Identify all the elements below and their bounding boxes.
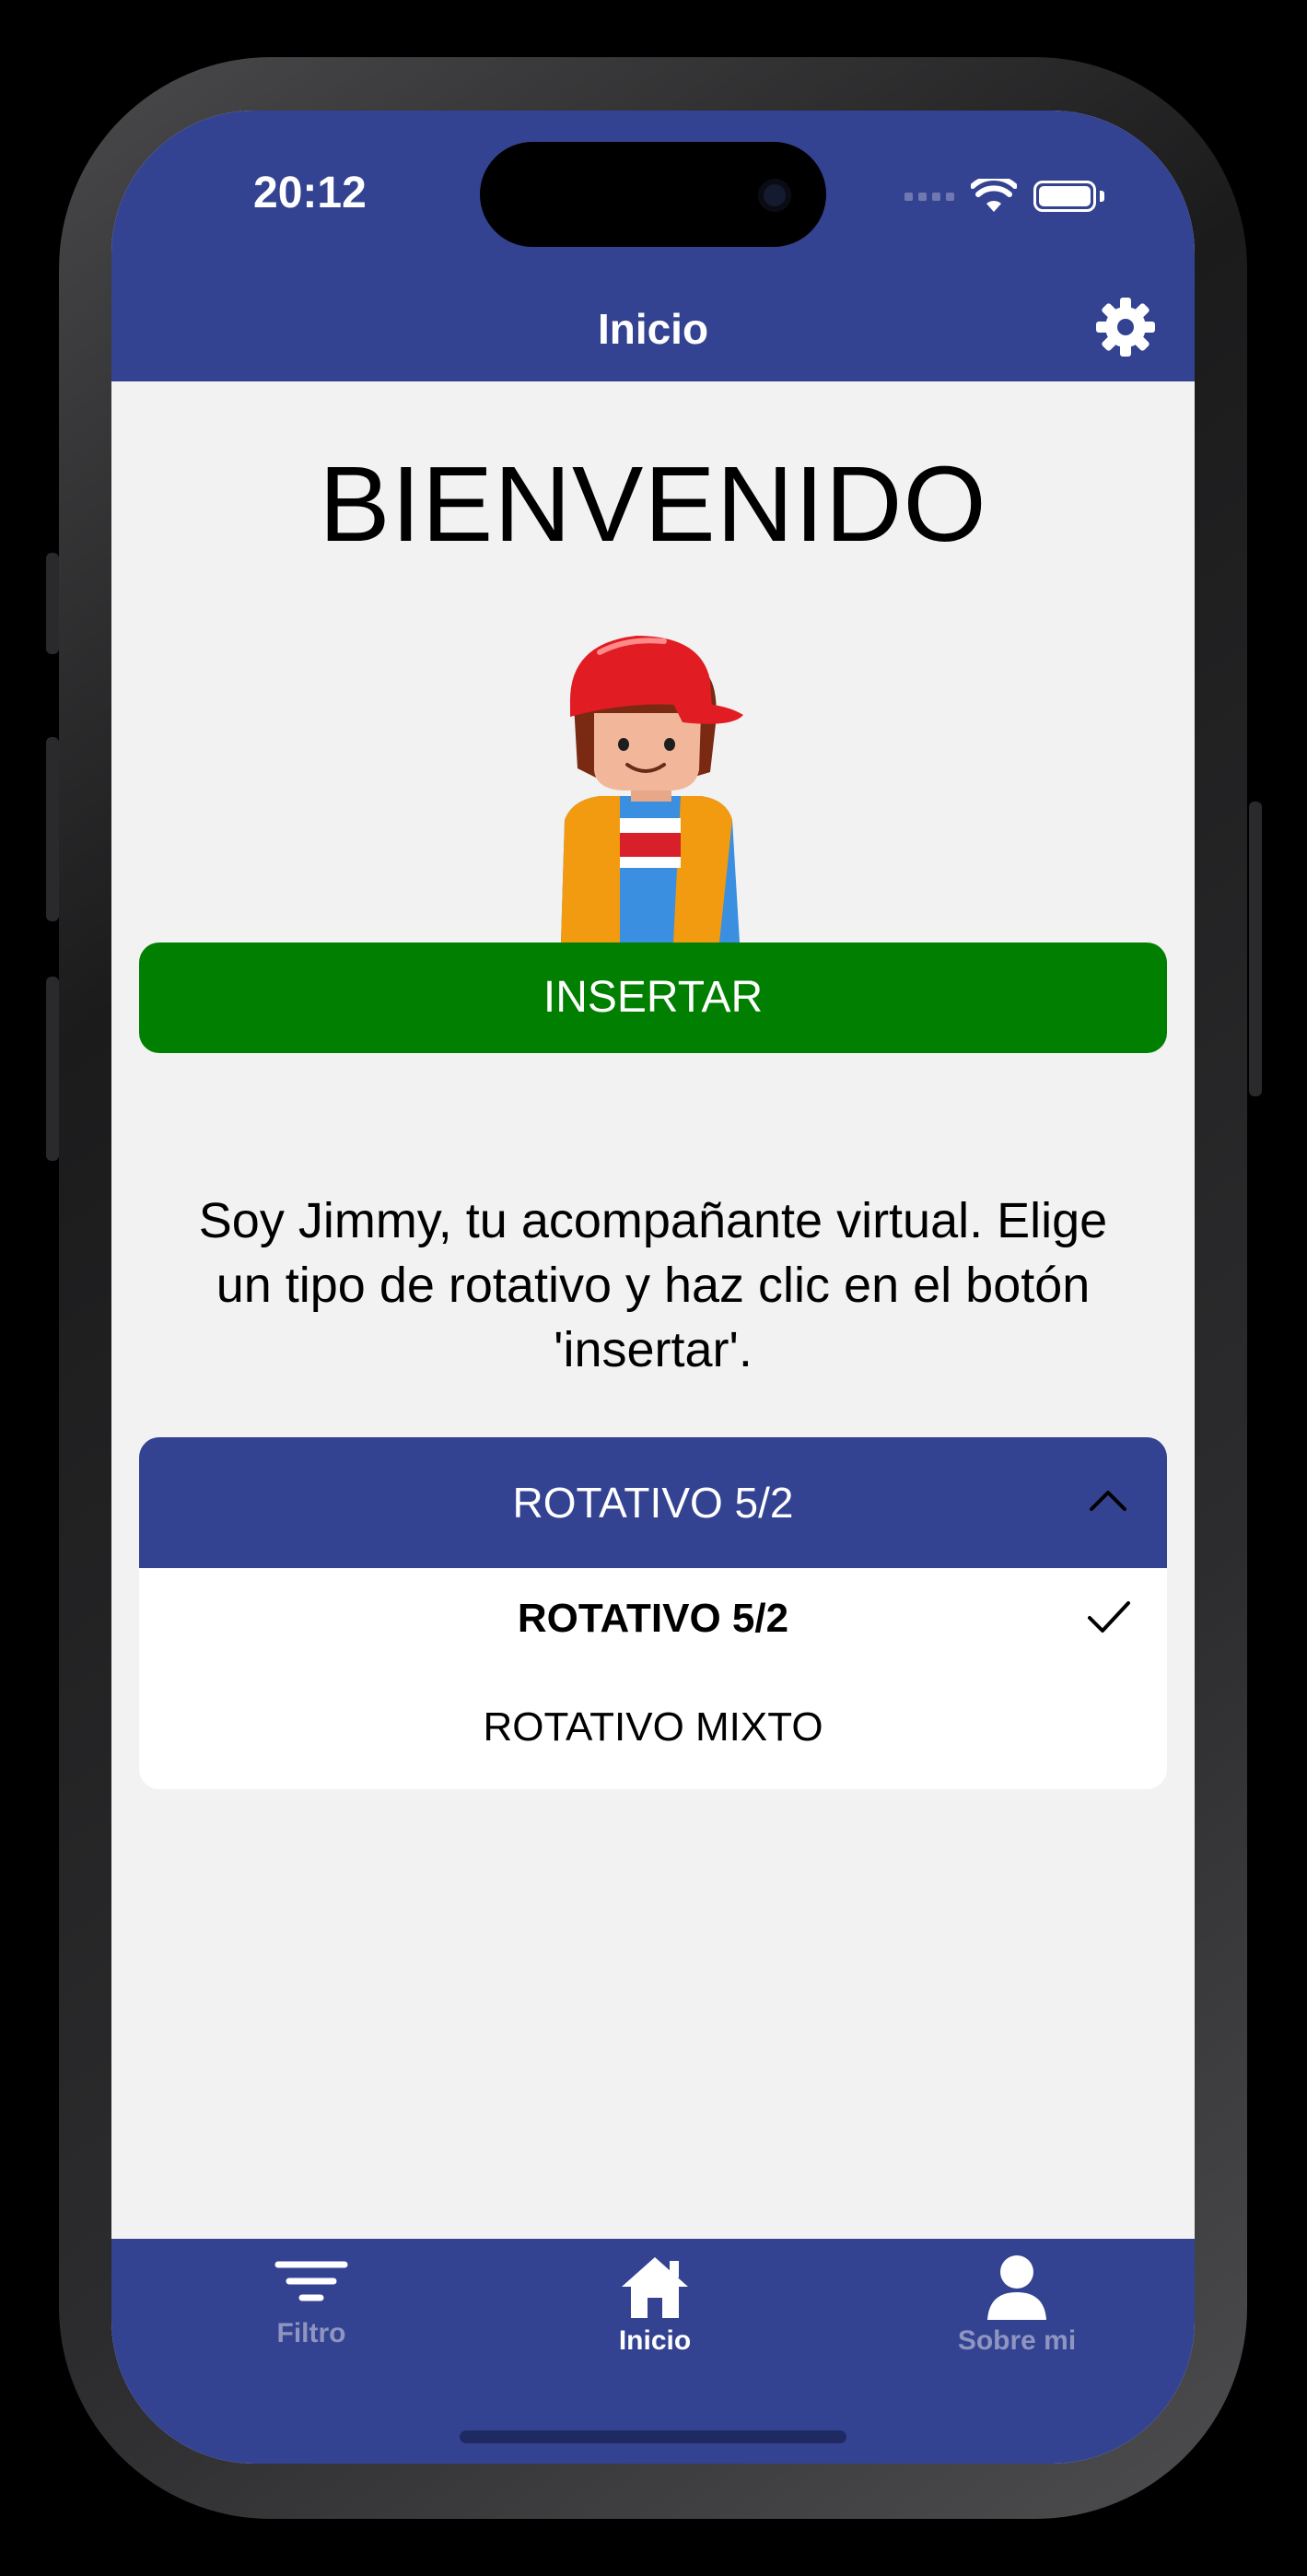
- home-indicator: [460, 2430, 846, 2443]
- action-button: [46, 553, 59, 654]
- welcome-heading: BIENVENIDO: [319, 444, 987, 564]
- chevron-up-icon[interactable]: [1088, 1485, 1128, 1513]
- filter-icon: [274, 2261, 348, 2301]
- status-time: 20:12: [253, 169, 367, 217]
- checkmark-icon: [1088, 1601, 1130, 1633]
- status-icons: [904, 179, 1104, 214]
- tab-inicio[interactable]: Inicio: [544, 2254, 765, 2357]
- home-icon: [622, 2257, 688, 2318]
- volume-up-button: [46, 737, 59, 921]
- battery-tip: [1100, 191, 1104, 202]
- tab-label-filtro: Filtro: [276, 2318, 346, 2348]
- tab-filtro[interactable]: Filtro: [201, 2254, 422, 2349]
- person-icon: [987, 2255, 1046, 2320]
- battery-icon: [1033, 181, 1096, 212]
- intro-text: Soy Jimmy, tu acompañante virtual. Elige…: [198, 1193, 1108, 1377]
- dropdown-option-rotativo-mixto[interactable]: ROTATIVO MIXTO: [139, 1704, 1167, 1751]
- wifi-icon: [971, 179, 1017, 212]
- insert-button[interactable]: INSERTAR: [139, 943, 1167, 1053]
- tab-label-inicio: Inicio: [618, 2325, 692, 2356]
- top-bar: 20:12 Inicio: [111, 111, 1195, 381]
- page-title: Inicio: [597, 305, 709, 353]
- tab-label-sobre-mi: Sobre mi: [957, 2325, 1077, 2356]
- tab-sobre-mi[interactable]: Sobre mi: [906, 2254, 1127, 2357]
- dropdown-option-rotativo-5-2[interactable]: ROTATIVO 5/2: [139, 1596, 1167, 1642]
- dynamic-island: [480, 142, 826, 247]
- volume-down-button: [46, 977, 59, 1161]
- power-button: [1249, 802, 1262, 1096]
- gear-icon[interactable]: [1093, 295, 1158, 359]
- cellular-signal-icon: [904, 192, 954, 201]
- rotativo-dropdown[interactable]: ROTATIVO 5/2 ROTATIVO 5/2 ROTATIVO MIXTO: [139, 1437, 1167, 1789]
- camera-icon: [758, 179, 791, 212]
- app-screen: 20:12 Inicio BIENVENIDO INSERTAR Soy Jim…: [111, 111, 1195, 2464]
- mascot-image: [561, 636, 743, 943]
- dropdown-selected[interactable]: ROTATIVO 5/2: [139, 1437, 1167, 1568]
- tab-bar: Filtro Inicio Sobre mi: [111, 2239, 1195, 2464]
